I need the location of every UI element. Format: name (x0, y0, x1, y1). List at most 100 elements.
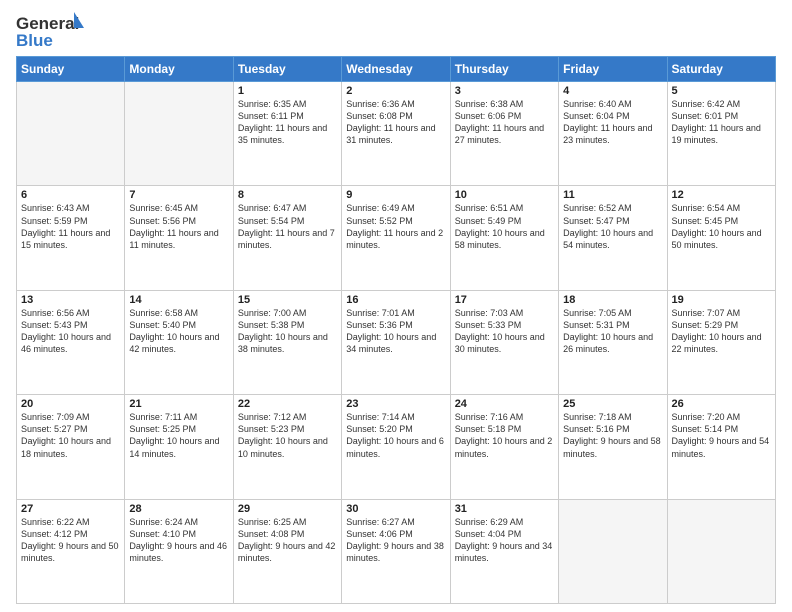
day-info: Sunrise: 6:38 AM Sunset: 6:06 PM Dayligh… (455, 98, 554, 147)
cal-cell: 29Sunrise: 6:25 AM Sunset: 4:08 PM Dayli… (233, 499, 341, 603)
cal-cell: 4Sunrise: 6:40 AM Sunset: 6:04 PM Daylig… (559, 82, 667, 186)
day-number: 24 (455, 398, 554, 410)
day-info: Sunrise: 6:51 AM Sunset: 5:49 PM Dayligh… (455, 202, 554, 251)
cal-cell: 2Sunrise: 6:36 AM Sunset: 6:08 PM Daylig… (342, 82, 450, 186)
day-number: 3 (455, 85, 554, 97)
day-number: 14 (129, 294, 228, 306)
day-number: 7 (129, 189, 228, 201)
day-number: 17 (455, 294, 554, 306)
cal-cell: 30Sunrise: 6:27 AM Sunset: 4:06 PM Dayli… (342, 499, 450, 603)
day-info: Sunrise: 6:54 AM Sunset: 5:45 PM Dayligh… (672, 202, 771, 251)
day-number: 1 (238, 85, 337, 97)
day-number: 15 (238, 294, 337, 306)
day-info: Sunrise: 6:43 AM Sunset: 5:59 PM Dayligh… (21, 202, 120, 251)
cal-cell (17, 82, 125, 186)
day-info: Sunrise: 6:29 AM Sunset: 4:04 PM Dayligh… (455, 516, 554, 565)
cal-cell: 28Sunrise: 6:24 AM Sunset: 4:10 PM Dayli… (125, 499, 233, 603)
cal-cell: 9Sunrise: 6:49 AM Sunset: 5:52 PM Daylig… (342, 186, 450, 290)
day-number: 11 (563, 189, 662, 201)
day-info: Sunrise: 7:18 AM Sunset: 5:16 PM Dayligh… (563, 411, 662, 460)
cal-cell (125, 82, 233, 186)
cal-cell: 17Sunrise: 7:03 AM Sunset: 5:33 PM Dayli… (450, 290, 558, 394)
svg-text:Blue: Blue (16, 31, 53, 50)
cal-cell: 22Sunrise: 7:12 AM Sunset: 5:23 PM Dayli… (233, 395, 341, 499)
day-number: 13 (21, 294, 120, 306)
day-info: Sunrise: 7:11 AM Sunset: 5:25 PM Dayligh… (129, 411, 228, 460)
day-info: Sunrise: 6:56 AM Sunset: 5:43 PM Dayligh… (21, 307, 120, 356)
col-header-thursday: Thursday (450, 57, 558, 82)
day-number: 22 (238, 398, 337, 410)
col-header-monday: Monday (125, 57, 233, 82)
day-info: Sunrise: 7:12 AM Sunset: 5:23 PM Dayligh… (238, 411, 337, 460)
day-info: Sunrise: 7:09 AM Sunset: 5:27 PM Dayligh… (21, 411, 120, 460)
cal-cell: 24Sunrise: 7:16 AM Sunset: 5:18 PM Dayli… (450, 395, 558, 499)
day-info: Sunrise: 6:35 AM Sunset: 6:11 PM Dayligh… (238, 98, 337, 147)
day-number: 6 (21, 189, 120, 201)
col-header-wednesday: Wednesday (342, 57, 450, 82)
day-info: Sunrise: 6:42 AM Sunset: 6:01 PM Dayligh… (672, 98, 771, 147)
col-header-friday: Friday (559, 57, 667, 82)
day-info: Sunrise: 6:22 AM Sunset: 4:12 PM Dayligh… (21, 516, 120, 565)
day-info: Sunrise: 6:36 AM Sunset: 6:08 PM Dayligh… (346, 98, 445, 147)
cal-cell (667, 499, 775, 603)
day-number: 27 (21, 503, 120, 515)
cal-cell: 20Sunrise: 7:09 AM Sunset: 5:27 PM Dayli… (17, 395, 125, 499)
week-row-4: 20Sunrise: 7:09 AM Sunset: 5:27 PM Dayli… (17, 395, 776, 499)
cal-cell: 10Sunrise: 6:51 AM Sunset: 5:49 PM Dayli… (450, 186, 558, 290)
cal-cell: 18Sunrise: 7:05 AM Sunset: 5:31 PM Dayli… (559, 290, 667, 394)
week-row-1: 1Sunrise: 6:35 AM Sunset: 6:11 PM Daylig… (17, 82, 776, 186)
day-number: 5 (672, 85, 771, 97)
day-info: Sunrise: 6:25 AM Sunset: 4:08 PM Dayligh… (238, 516, 337, 565)
cal-cell: 1Sunrise: 6:35 AM Sunset: 6:11 PM Daylig… (233, 82, 341, 186)
day-number: 30 (346, 503, 445, 515)
calendar-header-row: SundayMondayTuesdayWednesdayThursdayFrid… (17, 57, 776, 82)
day-number: 8 (238, 189, 337, 201)
day-number: 21 (129, 398, 228, 410)
day-info: Sunrise: 7:07 AM Sunset: 5:29 PM Dayligh… (672, 307, 771, 356)
day-info: Sunrise: 7:20 AM Sunset: 5:14 PM Dayligh… (672, 411, 771, 460)
day-number: 28 (129, 503, 228, 515)
col-header-sunday: Sunday (17, 57, 125, 82)
day-info: Sunrise: 7:05 AM Sunset: 5:31 PM Dayligh… (563, 307, 662, 356)
day-info: Sunrise: 6:45 AM Sunset: 5:56 PM Dayligh… (129, 202, 228, 251)
day-number: 23 (346, 398, 445, 410)
cal-cell: 16Sunrise: 7:01 AM Sunset: 5:36 PM Dayli… (342, 290, 450, 394)
cal-cell: 15Sunrise: 7:00 AM Sunset: 5:38 PM Dayli… (233, 290, 341, 394)
day-info: Sunrise: 7:01 AM Sunset: 5:36 PM Dayligh… (346, 307, 445, 356)
day-number: 19 (672, 294, 771, 306)
cal-cell: 11Sunrise: 6:52 AM Sunset: 5:47 PM Dayli… (559, 186, 667, 290)
day-number: 10 (455, 189, 554, 201)
day-number: 29 (238, 503, 337, 515)
page-header: GeneralBlue (16, 12, 776, 50)
week-row-2: 6Sunrise: 6:43 AM Sunset: 5:59 PM Daylig… (17, 186, 776, 290)
day-info: Sunrise: 6:24 AM Sunset: 4:10 PM Dayligh… (129, 516, 228, 565)
day-info: Sunrise: 7:14 AM Sunset: 5:20 PM Dayligh… (346, 411, 445, 460)
col-header-saturday: Saturday (667, 57, 775, 82)
day-info: Sunrise: 6:47 AM Sunset: 5:54 PM Dayligh… (238, 202, 337, 251)
cal-cell: 12Sunrise: 6:54 AM Sunset: 5:45 PM Dayli… (667, 186, 775, 290)
day-number: 26 (672, 398, 771, 410)
cal-cell: 13Sunrise: 6:56 AM Sunset: 5:43 PM Dayli… (17, 290, 125, 394)
cal-cell: 5Sunrise: 6:42 AM Sunset: 6:01 PM Daylig… (667, 82, 775, 186)
logo-svg: GeneralBlue (16, 12, 86, 50)
day-info: Sunrise: 6:52 AM Sunset: 5:47 PM Dayligh… (563, 202, 662, 251)
logo: GeneralBlue (16, 12, 86, 50)
cal-cell: 7Sunrise: 6:45 AM Sunset: 5:56 PM Daylig… (125, 186, 233, 290)
col-header-tuesday: Tuesday (233, 57, 341, 82)
cal-cell: 21Sunrise: 7:11 AM Sunset: 5:25 PM Dayli… (125, 395, 233, 499)
cal-cell: 14Sunrise: 6:58 AM Sunset: 5:40 PM Dayli… (125, 290, 233, 394)
day-info: Sunrise: 7:16 AM Sunset: 5:18 PM Dayligh… (455, 411, 554, 460)
day-number: 16 (346, 294, 445, 306)
cal-cell: 3Sunrise: 6:38 AM Sunset: 6:06 PM Daylig… (450, 82, 558, 186)
day-info: Sunrise: 6:58 AM Sunset: 5:40 PM Dayligh… (129, 307, 228, 356)
day-info: Sunrise: 6:27 AM Sunset: 4:06 PM Dayligh… (346, 516, 445, 565)
calendar-table: SundayMondayTuesdayWednesdayThursdayFrid… (16, 56, 776, 604)
day-info: Sunrise: 6:49 AM Sunset: 5:52 PM Dayligh… (346, 202, 445, 251)
day-number: 25 (563, 398, 662, 410)
cal-cell: 25Sunrise: 7:18 AM Sunset: 5:16 PM Dayli… (559, 395, 667, 499)
week-row-5: 27Sunrise: 6:22 AM Sunset: 4:12 PM Dayli… (17, 499, 776, 603)
day-number: 9 (346, 189, 445, 201)
cal-cell: 26Sunrise: 7:20 AM Sunset: 5:14 PM Dayli… (667, 395, 775, 499)
cal-cell (559, 499, 667, 603)
day-number: 18 (563, 294, 662, 306)
